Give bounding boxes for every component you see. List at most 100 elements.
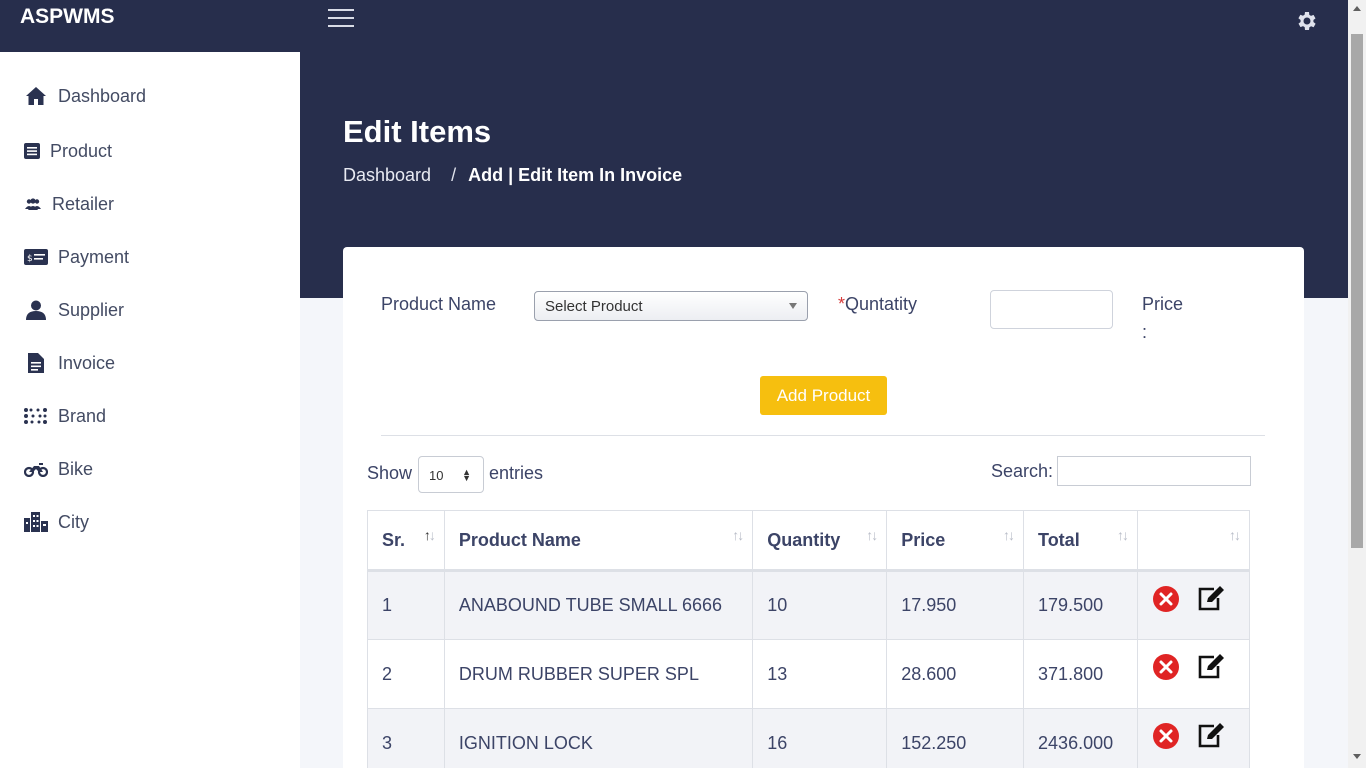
delete-icon[interactable] xyxy=(1152,585,1180,613)
column-header-label: Product Name xyxy=(458,529,581,550)
cell-quantity: 10 xyxy=(752,570,888,640)
delete-icon[interactable] xyxy=(1152,722,1180,750)
sidebar-item-payment[interactable]: $ Payment xyxy=(24,245,129,269)
sort-ascending-icon: ↑↓ xyxy=(423,527,436,543)
breadcrumb-separator: / xyxy=(451,165,457,185)
home-icon xyxy=(24,84,48,108)
breadcrumb-current: Add | Edit Item In Invoice xyxy=(468,165,683,185)
money-check-icon: $ xyxy=(24,245,48,269)
brand-logo[interactable]: ASPWMS xyxy=(0,0,300,52)
add-product-button[interactable]: Add Product xyxy=(760,376,887,415)
file-icon xyxy=(24,351,48,375)
cell-product-name: IGNITION LOCK xyxy=(443,708,754,768)
divider xyxy=(381,435,1265,436)
dots-grid-icon xyxy=(24,404,48,428)
breadcrumb: Dashboard / Add | Edit Item In Invoice xyxy=(343,165,682,186)
cell-sr: 1 xyxy=(367,570,445,640)
cell-price: 28.600 xyxy=(886,639,1025,709)
chevron-down-icon xyxy=(789,303,797,309)
price-value: : xyxy=(1142,322,1148,342)
sort-icon: ↑↓ xyxy=(1116,527,1129,543)
cell-actions xyxy=(1136,570,1251,640)
sidebar-item-bike[interactable]: Bike xyxy=(24,457,93,481)
page-length-select[interactable]: 10 ▲ ▼ xyxy=(418,456,484,493)
cell-quantity: 13 xyxy=(752,639,888,709)
sidebar-item-label: Supplier xyxy=(58,299,125,320)
cell-product-name: ANABOUND TUBE SMALL 6666 xyxy=(443,570,754,640)
breadcrumb-dashboard-link[interactable]: Dashboard xyxy=(343,165,431,186)
column-header-label: Quantity xyxy=(767,529,841,550)
cell-quantity: 16 xyxy=(752,708,888,768)
page-scrollbar[interactable] xyxy=(1348,0,1366,768)
sidebar-item-label: Retailer xyxy=(52,193,115,214)
quantity-label-text: Quntatity xyxy=(845,294,918,314)
search-label: Search: xyxy=(991,461,1054,481)
edit-icon[interactable] xyxy=(1196,722,1226,750)
cell-sr: 3 xyxy=(367,708,445,768)
menu-toggle-icon[interactable] xyxy=(328,9,354,29)
cell-price: 152.250 xyxy=(886,708,1025,768)
sort-icon: ↑↓ xyxy=(866,527,878,543)
price-label: Price xyxy=(1142,294,1184,314)
sidebar-item-product[interactable]: Product xyxy=(24,139,112,163)
page-title: Edit Items xyxy=(343,114,492,149)
table-row: 1 ANABOUND TUBE SMALL 6666 10 17.950 179… xyxy=(367,570,1251,640)
sidebar-item-label: Brand xyxy=(58,405,107,426)
sidebar: Dashboard Product Retailer $ Payment Sup… xyxy=(0,52,300,768)
delete-icon[interactable] xyxy=(1152,653,1180,681)
cell-actions xyxy=(1136,708,1251,768)
sidebar-item-brand[interactable]: Brand xyxy=(24,404,106,428)
sort-updown-icon: ▲ ▼ xyxy=(462,467,471,483)
column-header-price[interactable]: Price ↑↓ xyxy=(886,510,1025,571)
cell-total: 371.800 xyxy=(1023,639,1138,709)
edit-icon[interactable] xyxy=(1196,585,1226,613)
user-icon xyxy=(24,298,48,322)
column-header-product-name[interactable]: Product Name ↑↓ xyxy=(443,510,754,571)
cell-total: 179.500 xyxy=(1023,570,1138,640)
sidebar-item-label: Bike xyxy=(58,458,94,479)
sort-icon: ↑↓ xyxy=(1003,527,1015,543)
svg-text:$: $ xyxy=(27,254,33,264)
table-row: 3 IGNITION LOCK 16 152.250 2436.000 xyxy=(367,708,1251,768)
sidebar-item-supplier[interactable]: Supplier xyxy=(24,298,124,322)
sort-icon: ↑↓ xyxy=(732,527,744,543)
column-header-actions[interactable]: ↑↓ xyxy=(1136,510,1251,571)
items-table: Sr. ↑↓ Product Name ↑↓ Quantity ↑↓ Price ↑↓ … xyxy=(367,510,1251,768)
edit-icon[interactable] xyxy=(1196,653,1226,681)
entries-label: entries xyxy=(489,463,544,483)
sidebar-item-dashboard[interactable]: Dashboard xyxy=(24,84,146,108)
page-length-value: 10 xyxy=(429,468,444,483)
sidebar-item-retailer[interactable]: Retailer xyxy=(24,192,114,216)
cell-sr: 2 xyxy=(367,639,445,709)
column-header-sr[interactable]: Sr. ↑↓ xyxy=(367,510,445,571)
motorcycle-icon xyxy=(24,457,48,481)
cell-price: 17.950 xyxy=(886,570,1025,640)
table-row: 2 DRUM RUBBER SUPER SPL 13 28.600 371.80… xyxy=(367,639,1251,709)
column-header-quantity[interactable]: Quantity ↑↓ xyxy=(752,510,888,571)
sidebar-item-label: Dashboard xyxy=(58,85,147,106)
product-select[interactable]: Select Product xyxy=(534,291,808,321)
sidebar-item-label: Product xyxy=(50,140,113,161)
sort-icon: ↑↓ xyxy=(1229,527,1241,543)
product-name-label: Product Name xyxy=(381,294,497,314)
sidebar-item-label: Invoice xyxy=(58,352,116,373)
cell-product-name: DRUM RUBBER SUPER SPL xyxy=(443,639,754,709)
column-header-label: Price xyxy=(901,529,946,550)
scrollbar-thumb[interactable] xyxy=(1351,34,1363,548)
city-icon xyxy=(24,510,48,534)
required-marker: * xyxy=(838,294,846,314)
table-header-row: Sr. ↑↓ Product Name ↑↓ Quantity ↑↓ Price ↑↓ … xyxy=(367,510,1251,571)
column-header-total[interactable]: Total ↑↓ xyxy=(1023,510,1138,571)
users-icon xyxy=(21,192,45,216)
quantity-input[interactable] xyxy=(990,290,1113,329)
scroll-up-icon[interactable] xyxy=(1353,6,1361,11)
quantity-label: *Quntatity xyxy=(838,294,917,315)
scroll-down-icon[interactable] xyxy=(1353,754,1361,759)
list-icon xyxy=(20,139,44,163)
sidebar-item-city[interactable]: City xyxy=(24,510,89,534)
sidebar-item-invoice[interactable]: Invoice xyxy=(24,351,115,375)
sidebar-item-label: Payment xyxy=(58,246,130,267)
sidebar-item-label: City xyxy=(58,511,89,532)
search-input[interactable] xyxy=(1057,456,1251,486)
gear-icon[interactable] xyxy=(1295,9,1319,33)
